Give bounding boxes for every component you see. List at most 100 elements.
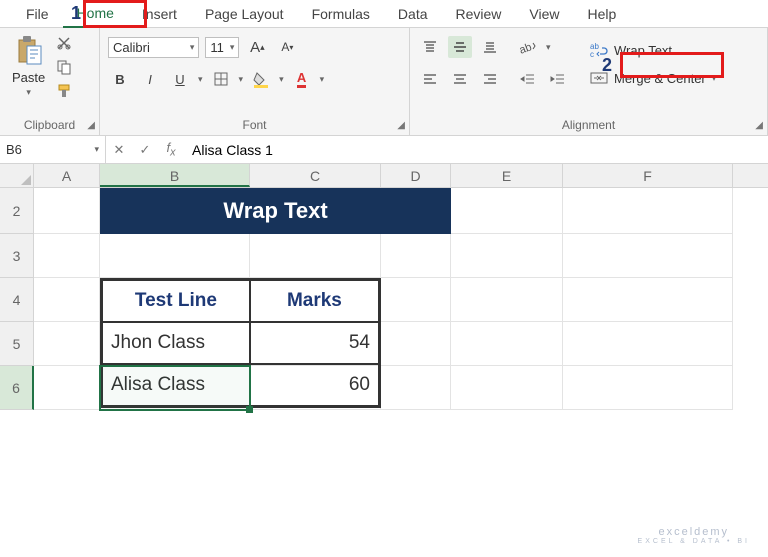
paste-button[interactable]: Paste ▾ [8, 32, 49, 100]
callout-2: 2 [602, 55, 612, 76]
font-color-button[interactable]: A [290, 68, 314, 90]
format-painter-button[interactable] [55, 82, 73, 100]
cell[interactable] [451, 322, 563, 366]
svg-text:c: c [590, 50, 594, 58]
cell[interactable] [381, 366, 451, 410]
cell[interactable] [34, 234, 100, 278]
alignment-group-label: Alignment [418, 115, 759, 135]
chevron-down-icon[interactable]: ▾ [546, 42, 551, 53]
borders-button[interactable] [209, 68, 233, 90]
italic-button[interactable]: I [138, 68, 162, 90]
menu-view[interactable]: View [515, 1, 573, 27]
paste-icon [14, 34, 44, 68]
menu-data[interactable]: Data [384, 1, 442, 27]
formula-input[interactable] [184, 136, 768, 163]
insert-function-button[interactable]: fx [158, 140, 184, 159]
increase-indent-button[interactable] [546, 68, 570, 90]
table-cell-marks[interactable]: 60 [250, 364, 379, 406]
column-header-E[interactable]: E [451, 164, 563, 187]
column-header-A[interactable]: A [34, 164, 100, 187]
name-box[interactable]: B6 ▾ [0, 136, 106, 163]
ribbon-group-clipboard: Paste ▾ Clipboard ◢ [0, 28, 100, 135]
row-header-2[interactable]: 2 [0, 188, 34, 234]
column-header-C[interactable]: C [250, 164, 381, 187]
cell[interactable] [381, 322, 451, 366]
callout-1: 1 [71, 3, 81, 24]
align-center-button[interactable] [448, 68, 472, 90]
cell[interactable] [563, 366, 733, 410]
align-right-button[interactable] [478, 68, 502, 90]
font-name-dropdown[interactable]: Calibri▾ [108, 37, 199, 58]
ribbon-group-alignment: ab ▾ abc Wrap Text Merge & Center ▾ [410, 28, 768, 135]
table-cell-marks[interactable]: 54 [250, 322, 379, 364]
decrease-indent-button[interactable] [516, 68, 540, 90]
cell[interactable] [381, 234, 451, 278]
banner-title: Wrap Text [100, 188, 451, 234]
align-top-button[interactable] [418, 36, 442, 58]
cell[interactable] [563, 234, 733, 278]
orientation-button[interactable]: ab [516, 36, 540, 58]
row-header-3[interactable]: 3 [0, 234, 34, 278]
grid[interactable]: 23456 Wrap Text Test LineMarksJhon Class54… [0, 188, 768, 410]
table-cell-name[interactable]: Alisa Class [102, 364, 250, 406]
cell[interactable] [451, 234, 563, 278]
clipboard-dialog-launcher[interactable]: ◢ [87, 120, 95, 131]
cell[interactable] [34, 278, 100, 322]
increase-font-button[interactable]: A▴ [245, 36, 269, 58]
alignment-dialog-launcher[interactable]: ◢ [755, 120, 763, 131]
menu-file[interactable]: File [12, 1, 63, 27]
bold-button[interactable]: B [108, 68, 132, 90]
align-left-button[interactable] [418, 68, 442, 90]
cell[interactable] [563, 188, 733, 234]
table-header[interactable]: Marks [250, 280, 379, 322]
align-middle-button[interactable] [448, 36, 472, 58]
align-bottom-button[interactable] [478, 36, 502, 58]
enter-formula-button[interactable]: ✓ [132, 142, 158, 158]
font-dialog-launcher[interactable]: ◢ [397, 120, 405, 131]
cell[interactable] [563, 278, 733, 322]
underline-button[interactable]: U [168, 68, 192, 90]
menu-review[interactable]: Review [442, 1, 516, 27]
row-header-4[interactable]: 4 [0, 278, 34, 322]
row-header-5[interactable]: 5 [0, 322, 34, 366]
menu-insert[interactable]: Insert [128, 1, 191, 27]
cell[interactable] [451, 278, 563, 322]
cell[interactable] [250, 234, 381, 278]
select-all-button[interactable] [0, 164, 34, 187]
paste-label: Paste [12, 70, 45, 85]
cut-button[interactable] [55, 34, 73, 52]
font-group-label: Font [108, 115, 401, 135]
cell[interactable] [34, 188, 100, 234]
chevron-down-icon[interactable]: ▾ [198, 74, 203, 85]
row-header-6[interactable]: 6 [0, 366, 34, 410]
table-cell-name[interactable]: Jhon Class [102, 322, 250, 364]
chevron-down-icon[interactable]: ▾ [320, 74, 325, 85]
cell[interactable] [100, 234, 250, 278]
cell[interactable] [34, 322, 100, 366]
cell[interactable] [34, 366, 100, 410]
column-headers: ABCDEF [0, 164, 768, 188]
decrease-font-button[interactable]: A▾ [275, 36, 299, 58]
column-header-F[interactable]: F [563, 164, 733, 187]
merge-center-label: Merge & Center [614, 71, 706, 86]
copy-button[interactable] [55, 58, 73, 76]
menu-page-layout[interactable]: Page Layout [191, 1, 298, 27]
font-size-dropdown[interactable]: 11▾ [205, 37, 239, 58]
column-header-B[interactable]: B [100, 164, 250, 187]
fill-color-button[interactable] [249, 68, 273, 90]
chevron-down-icon[interactable]: ▾ [279, 74, 284, 85]
cell[interactable] [451, 188, 563, 234]
cell[interactable] [381, 278, 451, 322]
cell[interactable] [451, 366, 563, 410]
font-name-value: Calibri [113, 40, 150, 55]
cancel-formula-button[interactable]: ✕ [106, 142, 132, 158]
table-header[interactable]: Test Line [102, 280, 250, 322]
menu-help[interactable]: Help [574, 1, 631, 27]
chevron-down-icon[interactable]: ▾ [239, 74, 244, 85]
column-header-D[interactable]: D [381, 164, 451, 187]
font-size-value: 11 [210, 40, 224, 55]
menu-formulas[interactable]: Formulas [298, 1, 384, 27]
formula-bar: B6 ▾ ✕ ✓ fx [0, 136, 768, 164]
cell[interactable] [563, 322, 733, 366]
data-table: Test LineMarksJhon Class54Alisa Class60 [100, 278, 381, 408]
